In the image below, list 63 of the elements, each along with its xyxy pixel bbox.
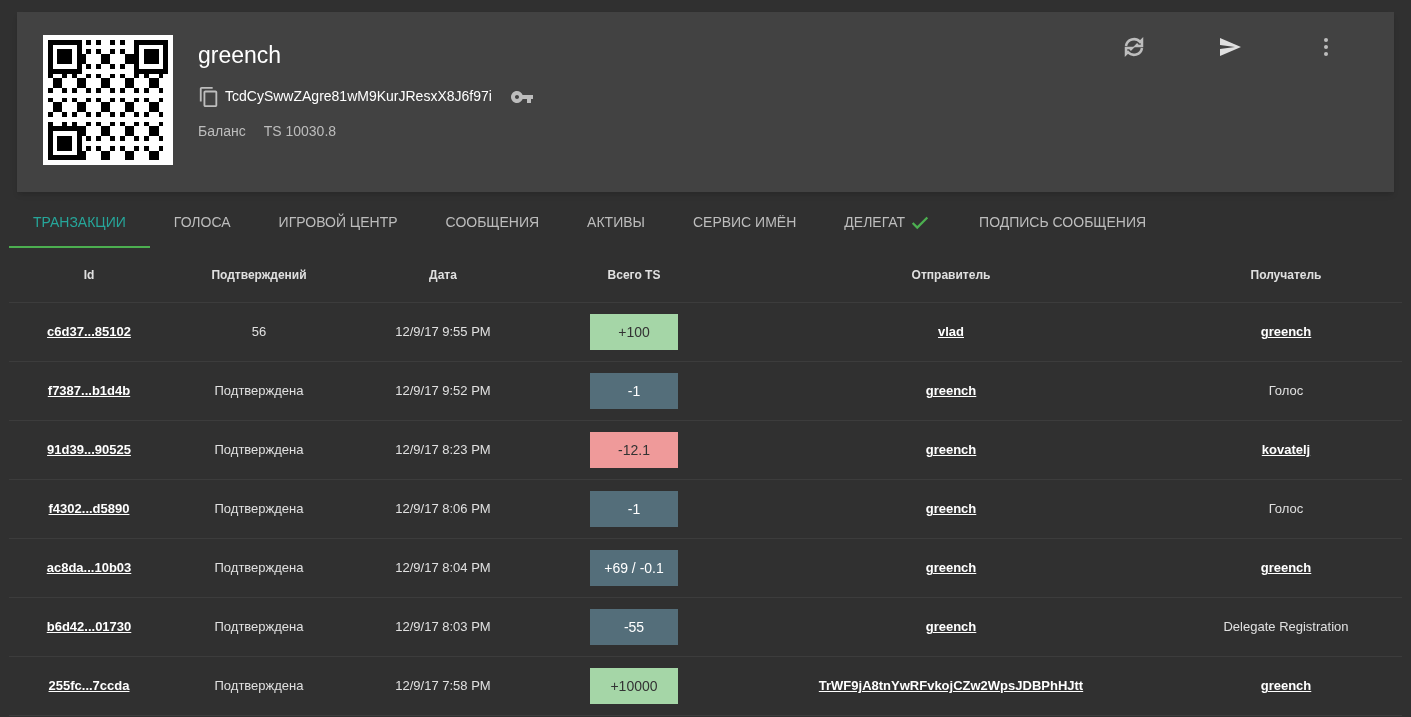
sender-link[interactable]: TrWF9jA8tnYwRFvkojCZw2WpsJDBPhHJtt: [818, 676, 1084, 696]
confirmations: Подтверждена: [214, 559, 304, 578]
column-header: Отправитель: [911, 267, 991, 284]
amount-badge: +10000: [590, 668, 678, 704]
wallet-name: greench: [198, 41, 283, 70]
confirmations: Подтверждена: [214, 500, 304, 519]
recipient-link[interactable]: greench: [1260, 558, 1312, 578]
transaction-id-link[interactable]: 91d39...90525: [47, 440, 131, 460]
date: 12/9/17 8:04 PM: [395, 559, 491, 578]
transaction-id-link[interactable]: b6d42...01730: [46, 617, 132, 637]
confirmations: Подтверждена: [214, 382, 304, 401]
balance-label: Баланс: [198, 121, 246, 141]
confirmations: 56: [251, 323, 267, 342]
tab[interactable]: ГОЛОСА: [149, 199, 255, 248]
recipient-link[interactable]: greench: [1260, 676, 1312, 696]
column-header: Id: [83, 267, 95, 284]
tab[interactable]: СООБЩЕНИЯ: [421, 199, 564, 248]
confirmations: Подтверждена: [214, 618, 304, 637]
tab[interactable]: СЕРВИС ИМЁН: [668, 199, 821, 248]
recipient-link[interactable]: kovatelj: [1261, 440, 1311, 460]
recipient: Delegate Registration: [1223, 618, 1349, 637]
amount-badge: -12.1: [590, 432, 678, 468]
recipient: Голос: [1268, 500, 1304, 519]
sender-link[interactable]: greench: [925, 381, 977, 401]
tab[interactable]: ПОДПИСЬ СООБЩЕНИЯ: [955, 199, 1171, 248]
tab[interactable]: ТРАНЗАКЦИИ: [9, 199, 150, 248]
date: 12/9/17 9:52 PM: [395, 382, 491, 401]
column-header: Дата: [429, 267, 457, 284]
column-header: Получатель: [1250, 267, 1322, 284]
wallet-address: TcdCySwwZAgre81wM9KurJResxX8J6f97i: [225, 87, 492, 106]
balance-value: TS 10030.8: [263, 121, 337, 141]
refresh-icon[interactable]: [1122, 35, 1146, 59]
date: 12/9/17 7:58 PM: [395, 677, 491, 696]
confirmations: Подтверждена: [214, 677, 304, 696]
transaction-id-link[interactable]: 255fc...7ccda: [48, 676, 130, 696]
copy-icon[interactable]: [198, 85, 220, 108]
tab[interactable]: АКТИВЫ: [563, 199, 669, 248]
sender-link[interactable]: greench: [925, 499, 977, 519]
column-header: Подтверждений: [211, 267, 307, 284]
sender-link[interactable]: greench: [925, 558, 977, 578]
tab[interactable]: ИГРОВОЙ ЦЕНТР: [254, 199, 422, 248]
date: 12/9/17 8:23 PM: [395, 441, 491, 460]
tab[interactable]: ДЕЛЕГАТ: [820, 199, 956, 248]
transaction-id-link[interactable]: f4302...d5890: [48, 499, 130, 519]
amount-badge: -1: [590, 373, 678, 409]
sender-link[interactable]: vlad: [938, 322, 964, 342]
transaction-id-link[interactable]: ac8da...10b03: [46, 558, 132, 578]
date: 12/9/17 8:03 PM: [395, 618, 491, 637]
amount-badge: +69 / -0.1: [590, 550, 678, 586]
amount-badge: +100: [590, 314, 678, 350]
date: 12/9/17 8:06 PM: [395, 500, 491, 519]
transaction-id-link[interactable]: f7387...b1d4b: [47, 381, 131, 401]
amount-badge: -55: [590, 609, 678, 645]
date: 12/9/17 9:55 PM: [395, 323, 491, 342]
amount-badge: -1: [590, 491, 678, 527]
send-icon[interactable]: [1218, 35, 1242, 59]
transaction-id-link[interactable]: c6d37...85102: [47, 322, 131, 342]
recipient: Голос: [1268, 382, 1304, 401]
sender-link[interactable]: greench: [925, 440, 977, 460]
sender-link[interactable]: greench: [925, 617, 977, 637]
recipient-link[interactable]: greench: [1260, 322, 1312, 342]
confirmations: Подтверждена: [214, 441, 304, 460]
column-header: Всего TS: [607, 267, 661, 284]
